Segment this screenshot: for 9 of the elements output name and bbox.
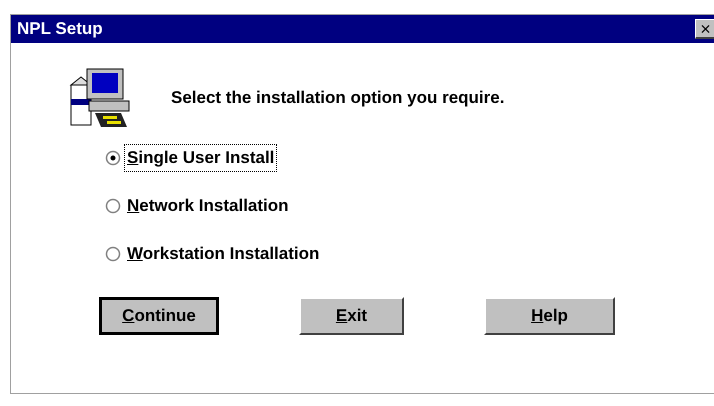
instruction-text: Select the installation option you require.	[171, 87, 504, 110]
dialog-button[interactable]: Exit	[299, 297, 404, 335]
window-title: NPL Setup	[17, 18, 103, 40]
radio-option[interactable]: Single User Install	[105, 145, 276, 171]
dialog-button[interactable]: Help	[484, 297, 615, 335]
radio-option[interactable]: Network Installation	[105, 193, 291, 219]
dialog-button[interactable]: Continue	[99, 297, 219, 335]
close-button[interactable]: ×	[695, 19, 714, 39]
radio-option[interactable]: Workstation Installation	[105, 241, 322, 267]
